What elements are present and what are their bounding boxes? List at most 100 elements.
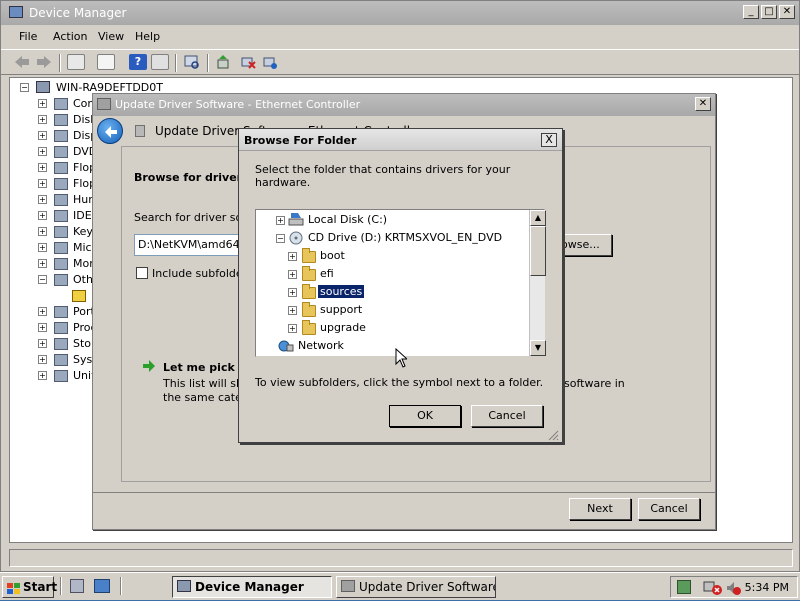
expand-icon[interactable]: + <box>288 270 297 279</box>
expand-icon[interactable]: + <box>38 371 47 380</box>
disable-device-icon[interactable] <box>239 54 257 70</box>
scroll-up-icon[interactable]: ▲ <box>530 210 546 226</box>
console-tree-icon[interactable] <box>67 54 85 70</box>
collapse-icon[interactable]: − <box>276 234 285 243</box>
scroll-down-icon[interactable]: ▼ <box>530 340 546 356</box>
expand-icon[interactable]: + <box>38 339 47 348</box>
network-disconnected-icon[interactable] <box>703 580 723 599</box>
folder-tree: + Local Disk (C:) − CD Drive (D:) KRTMSX… <box>255 209 546 357</box>
browse-folder-close-button[interactable]: X <box>541 133 557 147</box>
menu-action[interactable]: Action <box>53 30 87 43</box>
update-driver-close-button[interactable]: ✕ <box>695 97 711 111</box>
task-device-manager[interactable]: Device Manager <box>172 576 332 598</box>
next-button[interactable]: Next <box>569 498 631 520</box>
green-arrow-icon[interactable] <box>142 360 156 375</box>
device-category-icon <box>54 306 68 318</box>
scan-hardware-icon[interactable] <box>183 54 201 70</box>
forward-arrow-icon[interactable] <box>35 54 53 70</box>
menu-help[interactable]: Help <box>135 30 160 43</box>
resize-grip-icon[interactable] <box>547 429 559 444</box>
expand-icon[interactable]: + <box>288 288 297 297</box>
device-manager-icon <box>9 6 23 18</box>
expand-icon[interactable]: + <box>38 179 47 188</box>
scroll-thumb[interactable] <box>530 226 546 276</box>
warning-device-icon <box>72 290 86 302</box>
help-icon[interactable]: ? <box>129 54 147 70</box>
task-update-driver[interactable]: Update Driver Software ... <box>336 576 496 598</box>
folder-label: upgrade <box>320 321 366 334</box>
tree-item-network[interactable]: Network <box>256 338 528 354</box>
task-label: Device Manager <box>195 580 304 594</box>
back-arrow-icon[interactable] <box>13 54 31 70</box>
device-category-label: Key <box>73 225 93 238</box>
computer-icon <box>36 81 50 93</box>
tree-item-local-disk[interactable]: + Local Disk (C:) <box>256 212 528 228</box>
start-label: Start <box>23 580 58 594</box>
expand-icon[interactable]: + <box>38 211 47 220</box>
expand-icon[interactable]: + <box>38 323 47 332</box>
device-category-icon <box>54 226 68 238</box>
tree-item-folder[interactable]: + efi <box>256 266 528 282</box>
expand-icon[interactable]: + <box>38 99 47 108</box>
browse-cancel-button[interactable]: Cancel <box>471 405 543 427</box>
hard-drive-icon <box>288 212 304 230</box>
expand-icon[interactable]: + <box>38 195 47 204</box>
volume-muted-icon[interactable] <box>725 580 741 599</box>
security-icon[interactable] <box>677 580 691 594</box>
tree-item-folder[interactable]: + sources <box>256 284 528 300</box>
device-manager-titlebar[interactable]: Device Manager _ □ ✕ <box>1 1 799 25</box>
include-subfolders-checkbox[interactable] <box>136 267 148 279</box>
tree-item-folder[interactable]: + support <box>256 302 528 318</box>
tree-item-cd-drive[interactable]: − CD Drive (D:) KRTMSXVOL_EN_DVD <box>256 230 528 246</box>
tree-item-folder[interactable]: + upgrade <box>256 320 528 336</box>
properties-icon[interactable] <box>97 54 115 70</box>
device-category-icon <box>54 258 68 270</box>
expand-icon[interactable]: + <box>38 227 47 236</box>
expand-icon[interactable]: + <box>38 131 47 140</box>
cd-drive-icon <box>288 231 304 248</box>
start-button[interactable]: Start <box>2 576 58 598</box>
expand-icon[interactable]: + <box>38 147 47 156</box>
device-category-label: Oth <box>73 273 93 286</box>
tree-item-folder[interactable]: + boot <box>256 248 528 264</box>
task-label: Update Driver Software ... <box>359 580 496 594</box>
expand-icon[interactable]: + <box>38 115 47 124</box>
cancel-button[interactable]: Cancel <box>638 498 700 520</box>
expand-icon[interactable]: + <box>288 324 297 333</box>
expand-icon[interactable]: + <box>288 306 297 315</box>
browse-folder-titlebar[interactable]: Browse For Folder X <box>239 129 562 151</box>
taskbar: Start Device Manager Update Driver Softw… <box>0 572 800 600</box>
expand-icon[interactable]: + <box>38 307 47 316</box>
ok-button[interactable]: OK <box>389 405 461 427</box>
folder-tree-scrollbar[interactable]: ▲ ▼ <box>529 210 546 356</box>
expand-icon[interactable]: − <box>38 275 47 284</box>
maximize-button[interactable]: □ <box>761 5 777 19</box>
let-me-pick-link[interactable]: Let me pick fr <box>163 361 249 374</box>
toolbar-separator <box>175 54 177 72</box>
expand-icon[interactable]: + <box>38 243 47 252</box>
expand-icon[interactable]: + <box>288 252 297 261</box>
expand-icon[interactable]: + <box>276 216 285 225</box>
device-category-icon <box>54 194 68 206</box>
driver-path-input[interactable]: D:\NetKVM\amd64 <box>134 234 254 256</box>
quicklaunch-explorer-icon[interactable] <box>70 579 84 593</box>
collapse-icon[interactable]: − <box>20 83 29 92</box>
quicklaunch-desktop-icon[interactable] <box>94 579 110 593</box>
minimize-button[interactable]: _ <box>743 5 759 19</box>
network-label: Network <box>298 339 344 352</box>
device-category-icon <box>54 130 68 142</box>
expand-icon[interactable]: + <box>38 355 47 364</box>
taskbar-separator <box>120 577 122 595</box>
close-button[interactable]: ✕ <box>779 5 795 19</box>
clock[interactable]: 5:34 PM <box>745 581 789 594</box>
folder-label: efi <box>320 267 334 280</box>
expand-icon[interactable]: + <box>38 259 47 268</box>
back-arrow-icon[interactable] <box>97 118 123 144</box>
action-pane-icon[interactable] <box>151 54 169 70</box>
expand-icon[interactable]: + <box>38 163 47 172</box>
menu-file[interactable]: File <box>19 30 37 43</box>
update-driver-titlebar[interactable]: Update Driver Software - Ethernet Contro… <box>93 94 715 116</box>
update-driver-icon[interactable] <box>215 54 233 70</box>
menu-view[interactable]: View <box>98 30 124 43</box>
uninstall-device-icon[interactable] <box>261 54 279 70</box>
